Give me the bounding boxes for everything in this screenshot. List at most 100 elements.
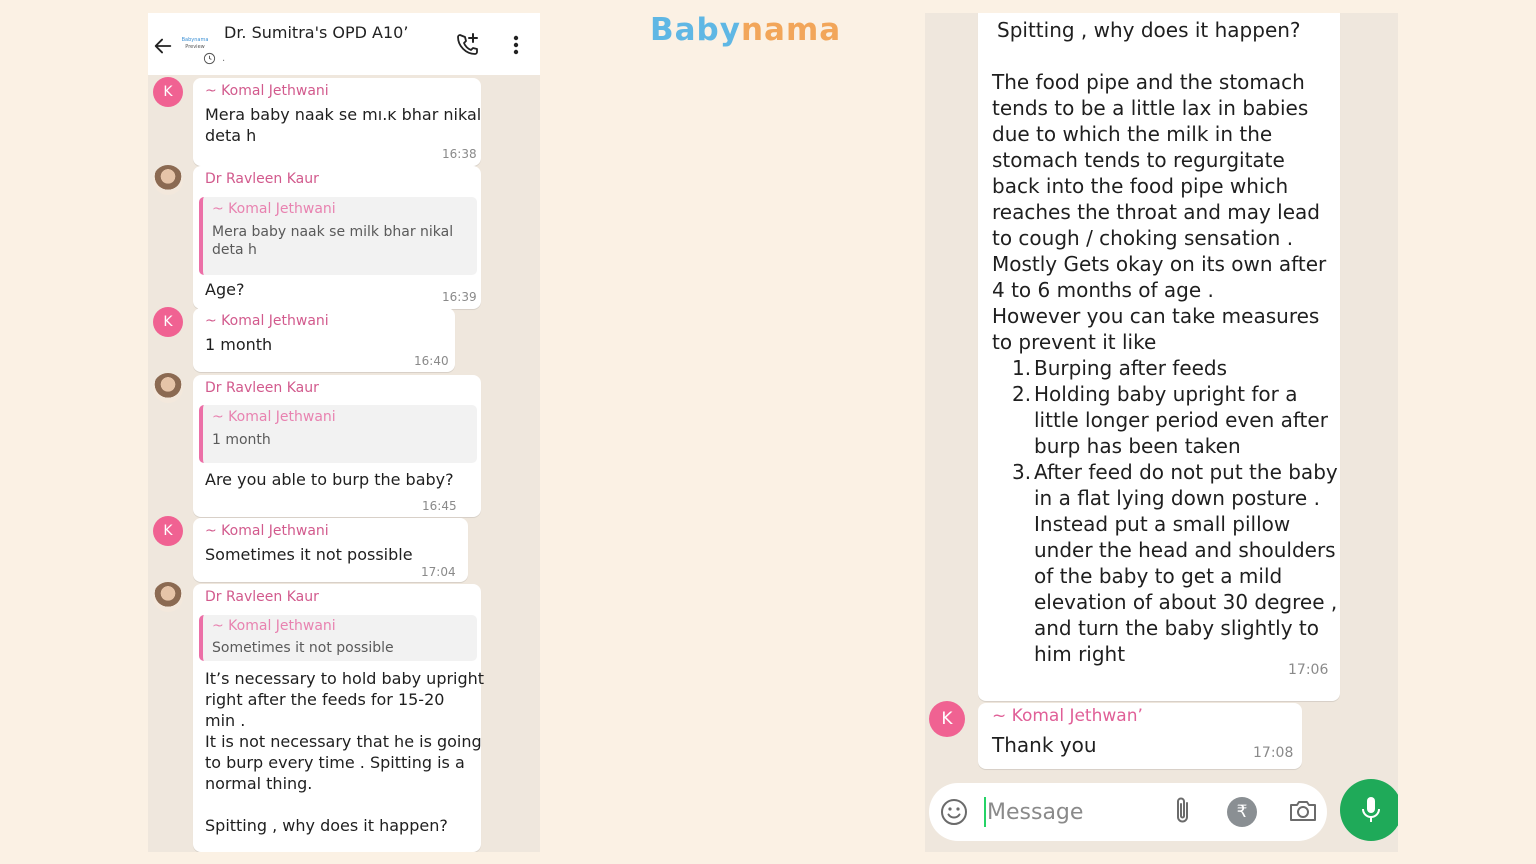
- message-bubble[interactable]: ~ Komal Jethwani Mera baby naak se mı.ĸ …: [193, 78, 481, 166]
- message-line: 1 month: [205, 335, 273, 354]
- group-avatar[interactable]: Babynama Preview: [176, 33, 216, 65]
- message-input[interactable]: [987, 793, 1157, 831]
- list-item-line: under the head and shoulders: [1034, 538, 1336, 562]
- message-line: Age?: [205, 280, 245, 299]
- message-bubble[interactable]: Spitting , why does it happen? The food …: [978, 13, 1340, 701]
- list-item-line: After feed do not put the baby: [1034, 460, 1338, 484]
- list-item-line: in a flat lying down posture .: [1034, 486, 1320, 510]
- avatar[interactable]: K: [929, 701, 965, 737]
- mic-button[interactable]: [1340, 779, 1398, 841]
- sender-name: Dr Ravleen Kaur: [205, 171, 319, 187]
- add-call-icon[interactable]: [454, 31, 482, 59]
- list-item-line: little longer period even after: [1034, 408, 1328, 432]
- quoted-message[interactable]: ~ Komal Jethwani Mera baby naak se milk …: [199, 197, 477, 275]
- menu-dots-icon[interactable]: [504, 33, 528, 57]
- avatar[interactable]: [153, 165, 183, 195]
- message-bubble[interactable]: Dr Ravleen Kaur ~ Komal Jethwani Mera ba…: [193, 166, 481, 309]
- quoted-message[interactable]: ~ Komal Jethwani Sometimes it not possib…: [199, 615, 477, 661]
- message-line: right after the feeds for 15-20: [205, 690, 445, 709]
- quoted-line: Mera baby naak se milk bhar nikal: [212, 224, 454, 240]
- message-line: Spitting , why does it happen?: [205, 816, 448, 835]
- message-time: 17:04: [421, 565, 456, 579]
- mic-icon: [1362, 797, 1380, 822]
- chat-subtitle: .: [222, 53, 226, 64]
- message-time: 16:38: [442, 147, 477, 161]
- left-chat-screenshot: Babynama Preview Dr. Sumitra's OPD A10’ …: [148, 13, 540, 852]
- avatar[interactable]: K: [153, 77, 183, 107]
- sender-name: ~ Komal Jethwan’: [992, 706, 1143, 726]
- camera-icon[interactable]: [1287, 796, 1319, 826]
- avatar[interactable]: K: [153, 307, 183, 337]
- sender-name: Dr Ravleen Kaur: [205, 380, 319, 396]
- sender-name: ~ Komal Jethwani: [205, 313, 329, 329]
- message-line: to cough / choking sensation .: [992, 226, 1294, 250]
- message-bubble[interactable]: Dr Ravleen Kaur ~ Komal Jethwani Sometim…: [193, 584, 485, 852]
- message-line: However you can take measures: [992, 304, 1320, 328]
- group-avatar-text: Babynama: [181, 37, 209, 43]
- message-line: Mera baby naak se mı.ĸ bhar nikal: [205, 105, 482, 124]
- message-input-bar: ₹: [929, 783, 1327, 841]
- attach-icon[interactable]: [1169, 795, 1197, 827]
- message-line: It is not necessary that he is going: [205, 732, 482, 751]
- list-number: 3.: [1012, 460, 1032, 484]
- list-number: 1.: [1012, 356, 1032, 380]
- message-time: 16:40: [414, 354, 449, 368]
- message-time: 16:39: [442, 290, 477, 304]
- message-time: 16:45: [422, 499, 457, 513]
- quoted-sender: ~ Komal Jethwani: [212, 201, 336, 217]
- message-line: normal thing.: [205, 774, 313, 793]
- message-line: reaches the throat and may lead: [992, 200, 1320, 224]
- chat-title[interactable]: Dr. Sumitra's OPD A10’: [224, 23, 414, 45]
- logo-part-nama: nama: [740, 12, 842, 48]
- babynama-logo: Babynama: [650, 12, 841, 48]
- message-bubble[interactable]: ~ Komal Jethwani Sometimes it not possib…: [193, 518, 468, 582]
- quoted-line: Sometimes it not possible: [212, 640, 394, 656]
- message-line: to burp every time . Spitting is a: [205, 753, 465, 772]
- message-line: stomach tends to regurgitate: [992, 148, 1285, 172]
- avatar[interactable]: K: [153, 516, 183, 546]
- quoted-line: deta h: [212, 242, 257, 258]
- list-item-line: elevation of about 30 degree ,: [1034, 590, 1338, 614]
- quoted-sender: ~ Komal Jethwani: [212, 618, 336, 634]
- group-avatar-subtext: Preview: [185, 44, 205, 50]
- message-heading: Spitting , why does it happen?: [997, 18, 1301, 42]
- message-line: to prevent it like: [992, 330, 1157, 354]
- right-chat-screenshot: Spitting , why does it happen? The food …: [925, 13, 1398, 852]
- message-line: deta h: [205, 126, 257, 145]
- avatar[interactable]: [153, 373, 183, 403]
- message-line: due to which the milk in the: [992, 122, 1273, 146]
- sender-name: ~ Komal Jethwani: [205, 83, 329, 99]
- emoji-icon[interactable]: [939, 797, 969, 827]
- list-item-line: him right: [1034, 642, 1126, 666]
- message-line: Mostly Gets okay on its own after: [992, 252, 1327, 276]
- message-bubble[interactable]: Dr Ravleen Kaur ~ Komal Jethwani 1 month…: [193, 375, 481, 517]
- chat-header: Babynama Preview Dr. Sumitra's OPD A10’ …: [148, 13, 540, 75]
- list-item-line: of the baby to get a mild: [1034, 564, 1283, 588]
- quoted-sender: ~ Komal Jethwani: [212, 409, 336, 425]
- message-line: 4 to 6 months of age .: [992, 278, 1214, 302]
- quoted-message[interactable]: ~ Komal Jethwani 1 month: [199, 405, 477, 463]
- list-item-line: Burping after feeds: [1034, 356, 1228, 380]
- message-bubble[interactable]: ~ Komal Jethwani 1 month 16:40: [193, 308, 455, 372]
- logo-part-baby: Baby: [650, 12, 741, 48]
- text-caret: [984, 797, 986, 827]
- avatar[interactable]: [153, 582, 183, 612]
- sender-name: Dr Ravleen Kaur: [205, 589, 319, 605]
- message-line: It’s necessary to hold baby upright: [205, 669, 485, 688]
- message-time: 17:08: [1253, 745, 1294, 761]
- message-line: Are you able to burp the baby?: [205, 470, 454, 489]
- message-line: Thank you: [992, 733, 1097, 757]
- message-bubble[interactable]: ~ Komal Jethwan’ Thank you 17:08: [978, 703, 1302, 769]
- sender-name: ~ Komal Jethwani: [205, 523, 329, 539]
- list-item-line: Holding baby upright for a: [1034, 382, 1298, 406]
- timer-icon: [203, 52, 216, 65]
- message-line: The food pipe and the stomach: [992, 70, 1305, 94]
- quoted-line: 1 month: [212, 432, 271, 448]
- message-line: Sometimes it not possible: [205, 545, 413, 564]
- message-line: min .: [205, 711, 246, 730]
- message-time: 17:06: [1288, 662, 1329, 678]
- back-arrow-icon[interactable]: [152, 35, 174, 57]
- message-line: back into the food pipe which: [992, 174, 1289, 198]
- rupee-icon[interactable]: ₹: [1227, 797, 1257, 827]
- list-number: 2.: [1012, 382, 1032, 406]
